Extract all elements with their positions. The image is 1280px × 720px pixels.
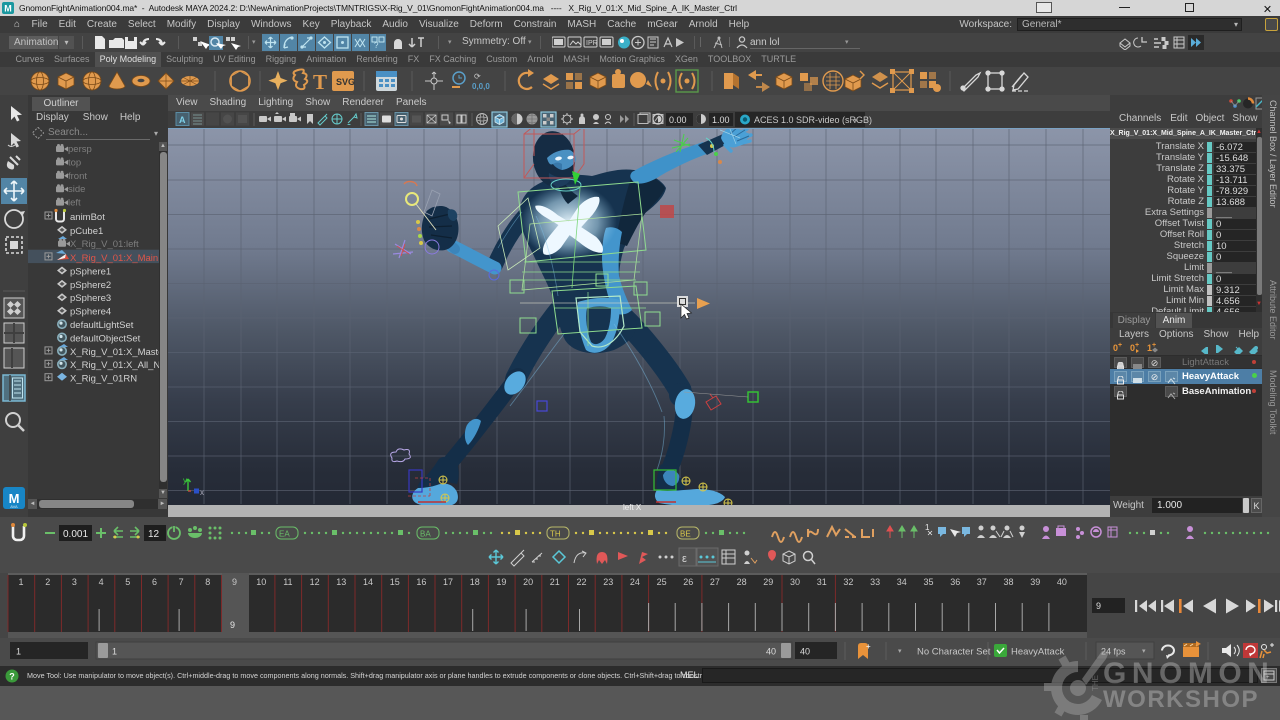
- svg-text:AVA: AVA: [10, 504, 18, 509]
- svg-text:33: 33: [870, 577, 880, 587]
- svg-text:8: 8: [205, 577, 210, 587]
- svg-text:+: +: [1135, 342, 1139, 349]
- svg-text:0,0,0: 0,0,0: [472, 82, 490, 91]
- svg-text:16: 16: [416, 577, 426, 587]
- svg-text:39: 39: [1030, 577, 1040, 587]
- svg-text:17: 17: [443, 577, 453, 587]
- svg-text:X_Rig_V_01:X_Main: X_Rig_V_01:X_Main: [70, 253, 158, 264]
- svg-text:y: y: [183, 476, 187, 485]
- svg-text:37: 37: [977, 577, 987, 587]
- svg-text:?: ?: [9, 672, 15, 682]
- svg-text:28: 28: [737, 577, 747, 587]
- svg-text:persp: persp: [68, 144, 92, 155]
- svg-text:EA: EA: [279, 530, 290, 539]
- svg-text:A: A: [179, 115, 186, 125]
- svg-text:TH: TH: [550, 530, 561, 539]
- svg-text:27: 27: [710, 577, 720, 587]
- svg-text:WORKSHOP: WORKSHOP: [1103, 686, 1259, 713]
- svg-text:THE: THE: [1091, 675, 1100, 691]
- svg-text:pSphere4: pSphere4: [70, 307, 111, 318]
- svg-text:15: 15: [390, 577, 400, 587]
- svg-text:26: 26: [683, 577, 693, 587]
- svg-text:1.00: 1.00: [712, 115, 730, 125]
- svg-text:?: ?: [374, 41, 379, 50]
- svg-text:13: 13: [336, 577, 346, 587]
- svg-text:pCube1: pCube1: [70, 226, 103, 237]
- svg-text:left: left: [68, 198, 81, 209]
- svg-text:pSphere1: pSphere1: [70, 266, 111, 277]
- svg-text:3: 3: [72, 577, 77, 587]
- svg-text:1: 1: [925, 523, 930, 532]
- svg-text:0.00: 0.00: [669, 115, 687, 125]
- svg-text:▾: ▾: [898, 648, 902, 655]
- svg-text:BA: BA: [420, 530, 431, 539]
- svg-text:6: 6: [152, 577, 157, 587]
- svg-text:29: 29: [763, 577, 773, 587]
- svg-text:31: 31: [817, 577, 827, 587]
- svg-text:40: 40: [1057, 577, 1067, 587]
- svg-text:1: 1: [18, 577, 23, 587]
- svg-text:9: 9: [230, 620, 235, 630]
- svg-text:5: 5: [125, 577, 130, 587]
- svg-text:defaultLightSet: defaultLightSet: [70, 320, 134, 331]
- svg-text:24: 24: [630, 577, 640, 587]
- svg-text:4: 4: [99, 577, 104, 587]
- svg-text:40: 40: [800, 647, 810, 657]
- svg-text:40: 40: [766, 647, 776, 657]
- svg-text:20: 20: [523, 577, 533, 587]
- svg-text:pSphere3: pSphere3: [70, 293, 111, 304]
- svg-text:pSphere2: pSphere2: [70, 280, 111, 291]
- svg-text:SVG: SVG: [336, 77, 355, 87]
- svg-text:7: 7: [179, 577, 184, 587]
- svg-text:top: top: [68, 157, 81, 168]
- svg-text:14: 14: [363, 577, 373, 587]
- svg-text:animBot: animBot: [70, 212, 105, 223]
- svg-text:0.001: 0.001: [63, 529, 88, 540]
- svg-text:ε: ε: [682, 553, 687, 565]
- svg-text:23: 23: [603, 577, 613, 587]
- svg-text:30: 30: [790, 577, 800, 587]
- svg-text:12: 12: [148, 529, 160, 540]
- svg-text:defaultObjectSet: defaultObjectSet: [70, 333, 141, 344]
- svg-text:18: 18: [470, 577, 480, 587]
- svg-text:12: 12: [310, 577, 320, 587]
- svg-text:No Character Set: No Character Set: [917, 647, 991, 658]
- svg-text:X_Rig_V_01:X_Master_Set: X_Rig_V_01:X_Master_Set: [70, 347, 160, 358]
- svg-text:25: 25: [657, 577, 667, 587]
- svg-text:T: T: [313, 70, 327, 94]
- svg-text:10: 10: [256, 577, 266, 587]
- svg-text:9: 9: [232, 577, 237, 587]
- svg-text:11: 11: [283, 577, 292, 587]
- svg-text:front: front: [68, 171, 87, 182]
- svg-text:x: x: [200, 488, 204, 497]
- svg-text:1: 1: [16, 647, 21, 657]
- svg-text:X_Rig_V_01RN: X_Rig_V_01RN: [70, 374, 137, 385]
- svg-text:9: 9: [1096, 601, 1101, 611]
- svg-text:M: M: [4, 4, 11, 14]
- svg-text:2: 2: [45, 577, 50, 587]
- svg-text:38: 38: [1003, 577, 1013, 587]
- svg-text:▾: ▾: [854, 118, 858, 125]
- svg-text:1: 1: [112, 647, 117, 657]
- svg-text:35: 35: [923, 577, 933, 587]
- svg-text:36: 36: [950, 577, 960, 587]
- svg-text:+: +: [1118, 342, 1122, 349]
- svg-text:X_Rig_V_01:X_All_Nodes_Co: X_Rig_V_01:X_All_Nodes_Co: [70, 360, 160, 371]
- svg-text:⟳: ⟳: [474, 72, 481, 81]
- svg-text:BE: BE: [680, 530, 691, 539]
- svg-text:side: side: [68, 184, 85, 195]
- svg-text:22: 22: [576, 577, 586, 587]
- svg-text:19: 19: [496, 577, 506, 587]
- svg-text:+: +: [866, 642, 871, 651]
- svg-text:left X: left X: [623, 503, 642, 512]
- svg-text:X_Rig_V_01:left: X_Rig_V_01:left: [70, 239, 139, 250]
- svg-text:IPR: IPR: [586, 40, 598, 47]
- svg-text:32: 32: [843, 577, 853, 587]
- svg-text:34: 34: [897, 577, 907, 587]
- svg-text:21: 21: [550, 577, 560, 587]
